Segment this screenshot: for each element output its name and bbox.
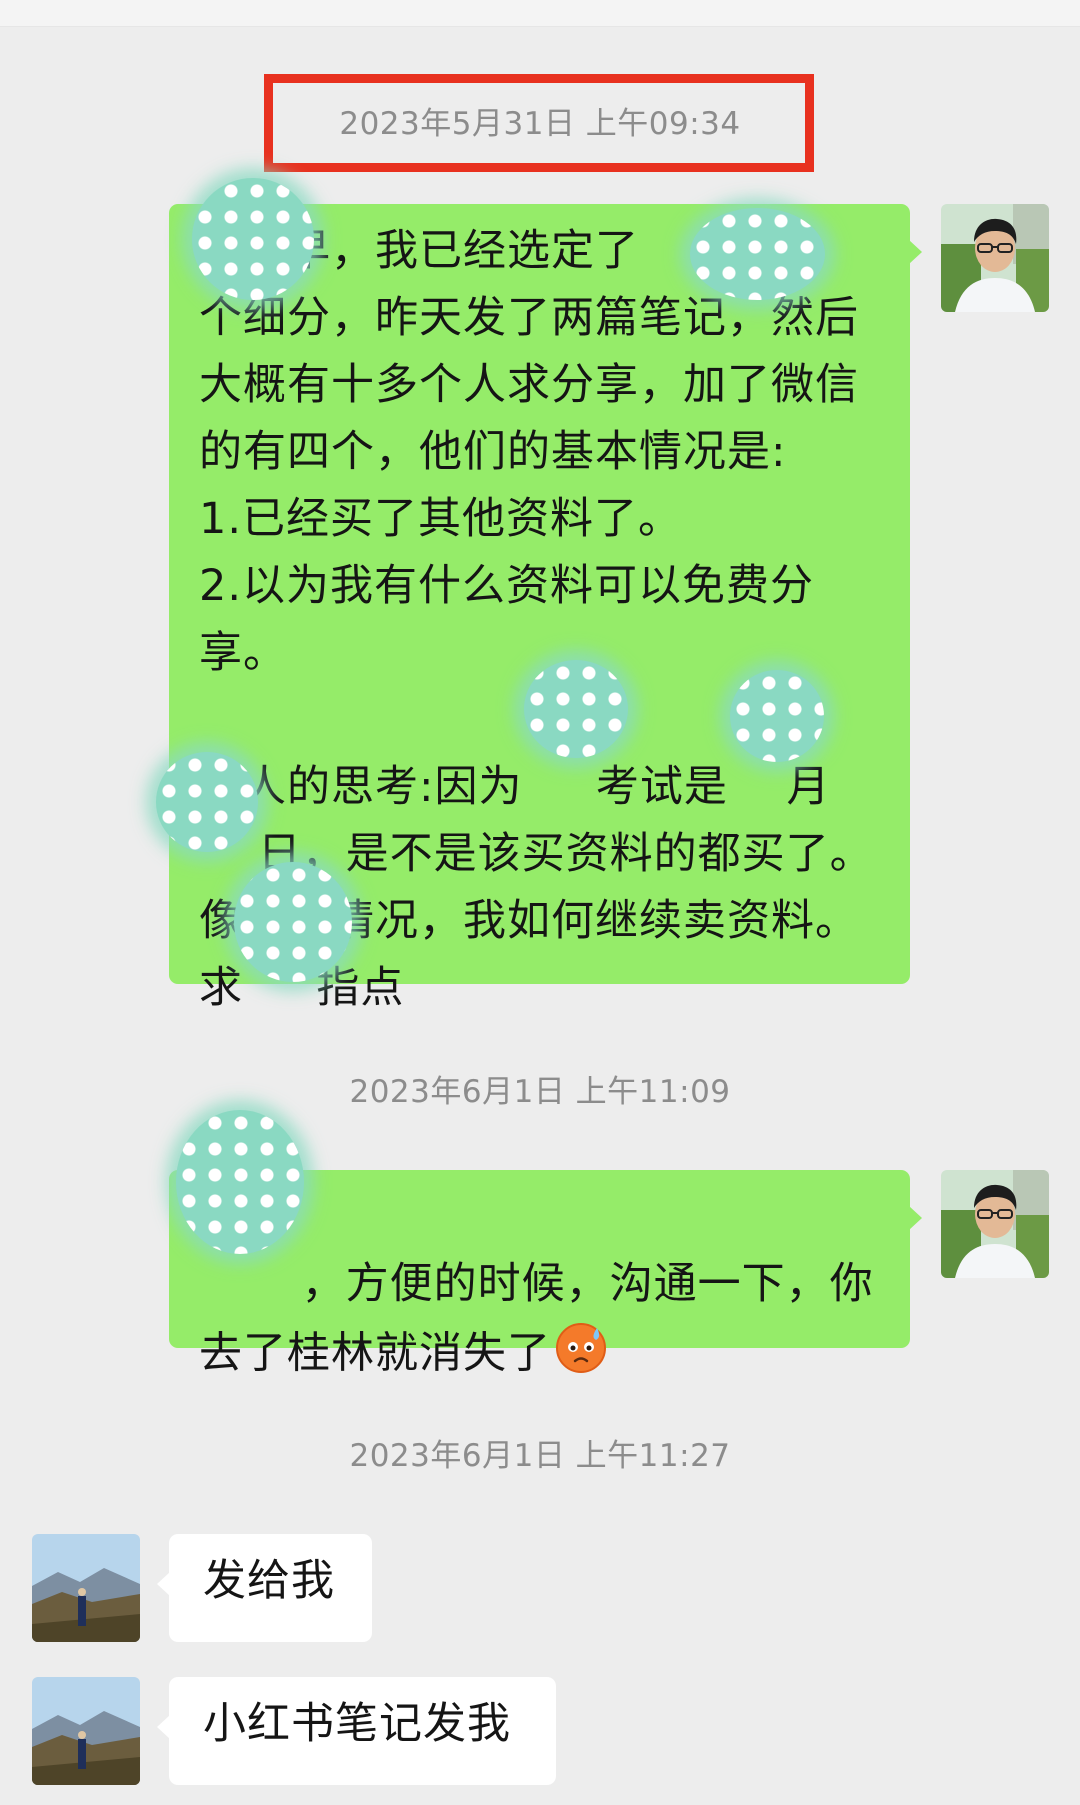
sweat-face-emoji-icon [553, 1318, 609, 1394]
avatar-landscape-image [32, 1677, 140, 1785]
contact-avatar[interactable] [32, 1534, 140, 1642]
avatar-landscape-image [32, 1534, 140, 1642]
redaction-mosaic [234, 862, 352, 982]
timestamp-1: 2023年5月31日 上午09:34 [339, 106, 741, 142]
timestamp-2: 2023年6月1日 上午11:09 [349, 1074, 731, 1110]
sender-avatar[interactable] [941, 1170, 1049, 1278]
message-text: ，方便的时候，沟通一下，你 去了桂林就消失了 [199, 1259, 874, 1379]
redaction-mosaic [176, 1110, 304, 1254]
redaction-mosaic [730, 670, 824, 762]
redaction-mosaic [192, 178, 314, 300]
sender-avatar[interactable] [941, 204, 1049, 312]
avatar-man-image [941, 204, 1049, 312]
redaction-mosaic [690, 208, 825, 300]
message-bubble-3[interactable]: 发给我 [157, 1534, 372, 1642]
timestamp-3: 2023年6月1日 上午11:27 [349, 1438, 731, 1474]
contact-avatar[interactable] [32, 1677, 140, 1785]
top-bar [0, 0, 1080, 27]
redaction-mosaic [156, 752, 258, 852]
redaction-mosaic [524, 660, 628, 758]
message-bubble-4[interactable]: 小红书笔记发我 [157, 1677, 556, 1785]
avatar-man-image [941, 1170, 1049, 1278]
